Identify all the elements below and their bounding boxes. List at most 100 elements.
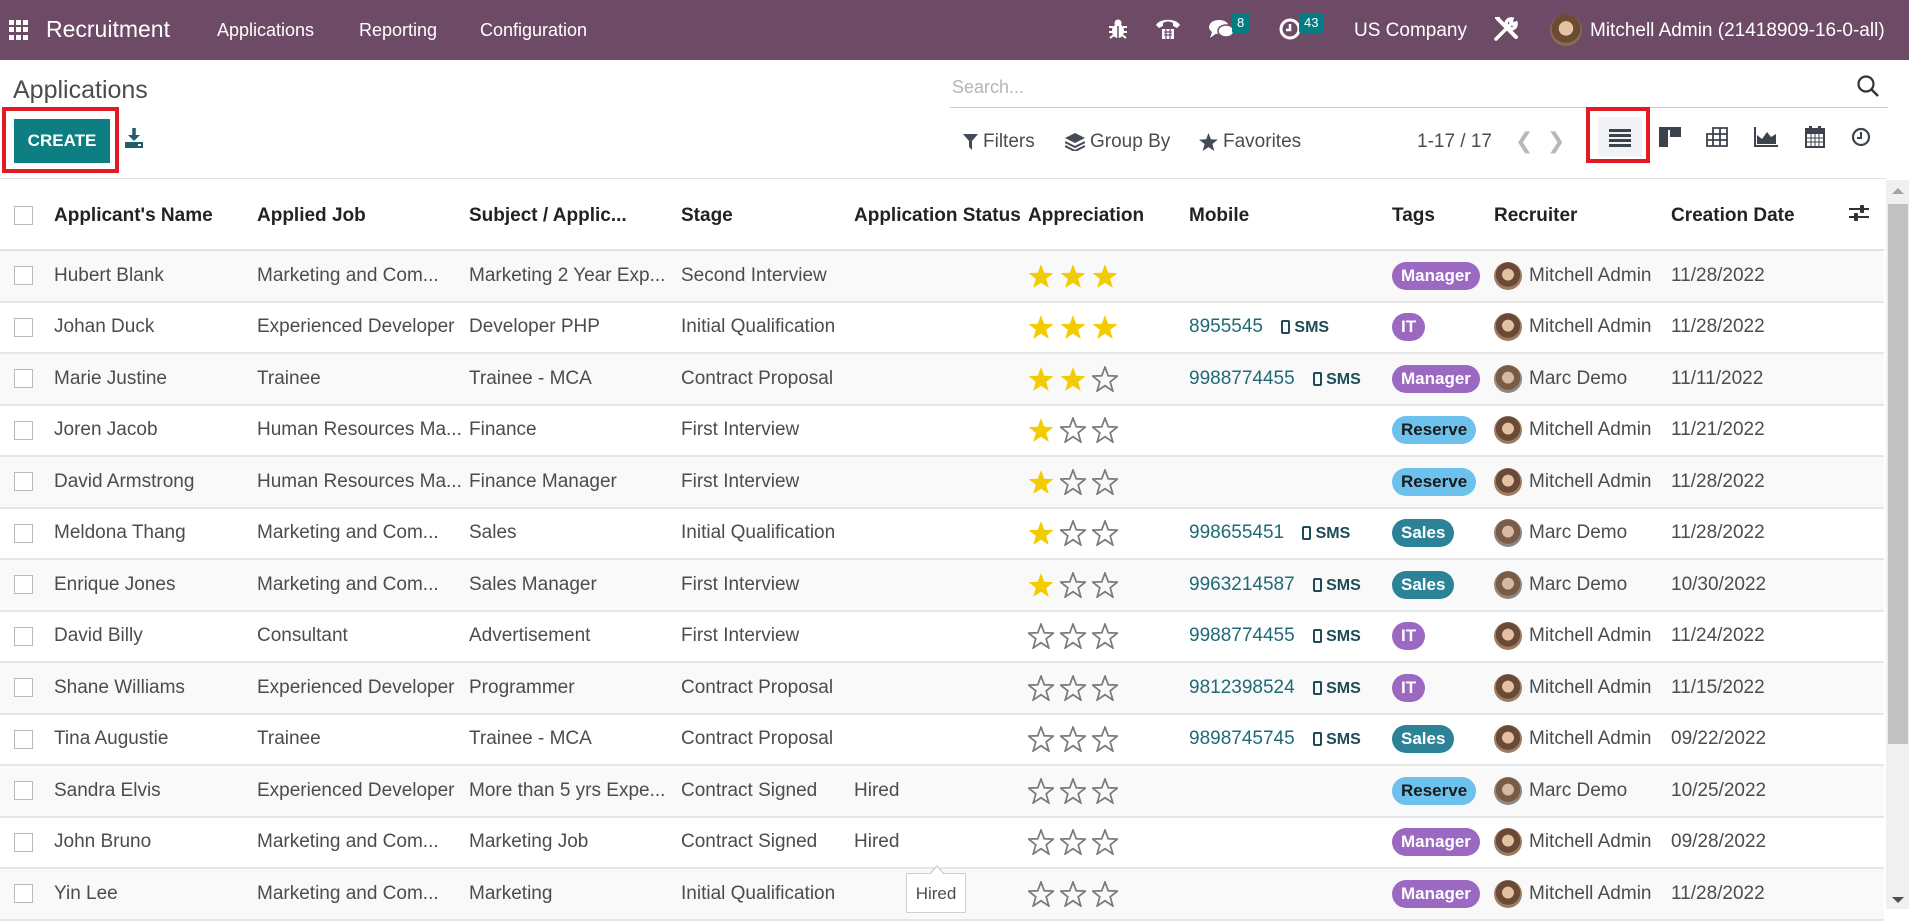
- star-empty-icon[interactable]: [1092, 417, 1118, 444]
- menu-reporting[interactable]: Reporting: [359, 20, 437, 41]
- select-all-checkbox[interactable]: [14, 205, 33, 225]
- star-empty-icon[interactable]: [1060, 623, 1086, 650]
- pager-value[interactable]: 1-17 / 17: [1417, 131, 1492, 153]
- star-filled-icon[interactable]: [1028, 572, 1054, 598]
- view-pivot-button[interactable]: [1695, 117, 1739, 157]
- table-row[interactable]: Meldona Thang Marketing and Com... Sales…: [0, 507, 1884, 560]
- debug-bug-icon[interactable]: [1108, 18, 1128, 46]
- scroll-up-arrow[interactable]: [1892, 188, 1904, 194]
- star-empty-icon[interactable]: [1092, 520, 1118, 547]
- table-row[interactable]: Johan Duck Experienced Developer Develop…: [0, 301, 1884, 354]
- row-checkbox[interactable]: [14, 729, 33, 749]
- star-filled-icon[interactable]: [1028, 263, 1054, 289]
- table-row[interactable]: Shane Williams Experienced Developer Pro…: [0, 662, 1884, 715]
- star-filled-icon[interactable]: [1028, 366, 1054, 392]
- mobile-number-link[interactable]: 9812398524: [1189, 677, 1295, 698]
- filters-button[interactable]: Filters: [963, 131, 1035, 153]
- star-empty-icon[interactable]: [1092, 777, 1118, 804]
- user-avatar[interactable]: [1550, 14, 1582, 46]
- column-header-applied-job[interactable]: Applied Job: [257, 182, 469, 251]
- scrollbar-thumb[interactable]: [1888, 204, 1908, 744]
- star-empty-icon[interactable]: [1060, 520, 1086, 547]
- favorites-button[interactable]: Favorites: [1199, 131, 1301, 153]
- star-filled-icon[interactable]: [1060, 366, 1086, 392]
- table-row[interactable]: David Billy Consultant Advertisement Fir…: [0, 610, 1884, 663]
- star-empty-icon[interactable]: [1060, 726, 1086, 753]
- column-header-stage[interactable]: Stage: [681, 182, 854, 251]
- send-sms-button[interactable]: SMS: [1312, 731, 1361, 748]
- star-empty-icon[interactable]: [1060, 468, 1086, 495]
- user-menu[interactable]: Mitchell Admin (21418909-16-0-all): [1590, 20, 1885, 42]
- vertical-scrollbar[interactable]: [1886, 180, 1909, 909]
- mobile-number-link[interactable]: 9988774455: [1189, 625, 1295, 646]
- star-filled-icon[interactable]: [1060, 263, 1086, 289]
- create-button[interactable]: CREATE: [14, 119, 110, 163]
- column-header-name[interactable]: Applicant's Name: [54, 182, 257, 251]
- group-by-button[interactable]: Group By: [1065, 131, 1170, 153]
- mobile-number-link[interactable]: 9988774455: [1189, 368, 1295, 389]
- send-sms-button[interactable]: SMS: [1312, 680, 1361, 697]
- column-header-creation-date[interactable]: Creation Date: [1671, 182, 1849, 251]
- column-header-mobile[interactable]: Mobile: [1189, 182, 1392, 251]
- star-empty-icon[interactable]: [1060, 880, 1086, 907]
- company-switcher[interactable]: US Company: [1354, 20, 1467, 42]
- table-row[interactable]: Sandra Elvis Experienced Developer More …: [0, 765, 1884, 818]
- table-row[interactable]: Tina Augustie Trainee Trainee - MCA Cont…: [0, 713, 1884, 766]
- star-filled-icon[interactable]: [1060, 314, 1086, 340]
- star-empty-icon[interactable]: [1092, 880, 1118, 907]
- row-checkbox[interactable]: [14, 523, 33, 543]
- column-header-recruiter[interactable]: Recruiter: [1494, 182, 1671, 251]
- search-icon[interactable]: [1856, 74, 1880, 98]
- table-row[interactable]: David Armstrong Human Resources Ma... Fi…: [0, 456, 1884, 509]
- column-header-appreciation[interactable]: Appreciation: [1028, 182, 1189, 251]
- menu-configuration[interactable]: Configuration: [480, 20, 587, 41]
- menu-applications[interactable]: Applications: [217, 20, 314, 41]
- search-input[interactable]: [950, 70, 1830, 104]
- star-empty-icon[interactable]: [1028, 880, 1054, 907]
- star-empty-icon[interactable]: [1028, 777, 1054, 804]
- row-checkbox[interactable]: [14, 575, 33, 595]
- star-empty-icon[interactable]: [1028, 623, 1054, 650]
- star-empty-icon[interactable]: [1060, 674, 1086, 701]
- scroll-down-arrow[interactable]: [1892, 897, 1904, 903]
- row-checkbox[interactable]: [14, 678, 33, 698]
- row-checkbox[interactable]: [14, 317, 33, 337]
- tools-icon[interactable]: [1492, 15, 1520, 49]
- star-empty-icon[interactable]: [1028, 726, 1054, 753]
- star-empty-icon[interactable]: [1028, 674, 1054, 701]
- star-empty-icon[interactable]: [1092, 623, 1118, 650]
- star-empty-icon[interactable]: [1092, 829, 1118, 856]
- row-checkbox[interactable]: [14, 781, 33, 801]
- phone-icon[interactable]: [1155, 17, 1181, 47]
- pager-next-icon[interactable]: ❯: [1547, 128, 1565, 154]
- mobile-number-link[interactable]: 9898745745: [1189, 728, 1295, 749]
- star-filled-icon[interactable]: [1092, 314, 1118, 340]
- mobile-number-link[interactable]: 9963214587: [1189, 574, 1295, 595]
- table-row[interactable]: Joren Jacob Human Resources Ma... Financ…: [0, 404, 1884, 457]
- table-row[interactable]: Marie Justine Trainee Trainee - MCA Cont…: [0, 353, 1884, 406]
- star-empty-icon[interactable]: [1092, 726, 1118, 753]
- view-graph-button[interactable]: [1744, 117, 1788, 157]
- send-sms-button[interactable]: SMS: [1312, 577, 1361, 594]
- mobile-number-link[interactable]: 8955545: [1189, 316, 1263, 337]
- view-calendar-button[interactable]: [1793, 117, 1837, 157]
- star-filled-icon[interactable]: [1028, 314, 1054, 340]
- star-empty-icon[interactable]: [1060, 829, 1086, 856]
- column-header-application-status[interactable]: Application Status: [854, 182, 1028, 251]
- star-empty-icon[interactable]: [1028, 829, 1054, 856]
- pager-previous-icon[interactable]: ❮: [1515, 128, 1533, 154]
- row-checkbox[interactable]: [14, 626, 33, 646]
- star-empty-icon[interactable]: [1092, 468, 1118, 495]
- row-checkbox[interactable]: [14, 832, 33, 852]
- view-activity-button[interactable]: [1839, 117, 1883, 157]
- row-checkbox[interactable]: [14, 472, 33, 492]
- row-checkbox[interactable]: [14, 266, 33, 286]
- export-download-icon[interactable]: [124, 127, 144, 149]
- star-empty-icon[interactable]: [1092, 365, 1118, 392]
- row-checkbox[interactable]: [14, 420, 33, 440]
- send-sms-button[interactable]: SMS: [1312, 628, 1361, 645]
- app-name[interactable]: Recruitment: [46, 16, 170, 43]
- row-checkbox[interactable]: [14, 369, 33, 389]
- star-filled-icon[interactable]: [1028, 469, 1054, 495]
- table-row[interactable]: John Bruno Marketing and Com... Marketin…: [0, 816, 1884, 869]
